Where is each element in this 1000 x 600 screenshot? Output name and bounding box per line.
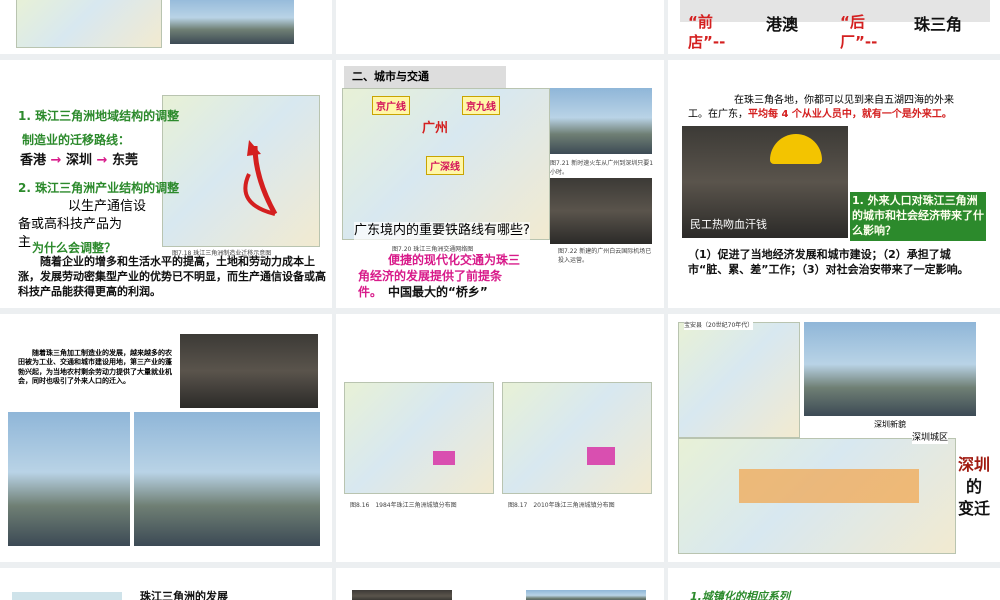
intro-b-wrap: 工。在广东，平均每 4 个从业人员中，就有一个是外来工。 bbox=[688, 108, 952, 122]
route-shenzhen: 深圳 bbox=[65, 153, 92, 168]
conclusion-b: 角经济的发展提供了前提条 bbox=[358, 269, 503, 283]
city-aerial-photo bbox=[8, 412, 130, 546]
caption-2010: 图8.17 2010年珠江三角洲城镇分布图 bbox=[508, 502, 615, 509]
impact-answer: （1）促进了当地经济发展和城市建设；（2）承担了城市“脏、累、差”工作；（3）对… bbox=[688, 248, 969, 276]
route: 香港 → 深圳 → 东莞 bbox=[20, 152, 138, 170]
conclusion-c: 件。 bbox=[358, 285, 383, 299]
baoan-label: 宝安县（20世纪70年代） bbox=[684, 322, 754, 331]
title-shenzhen: 深圳 bbox=[957, 455, 990, 474]
rail-question: 广东境内的重要铁路线有哪些? bbox=[354, 222, 530, 240]
hk-macau-label: 港澳 bbox=[766, 15, 799, 34]
shenzhen-skyline-photo bbox=[804, 322, 976, 416]
industrial-body-a: 以生产通信设 bbox=[68, 199, 147, 214]
industrial-body-b: 备或高科技产品为 bbox=[18, 217, 123, 232]
intro-b: 工。在广东， bbox=[688, 109, 748, 120]
rail-jingjiu: 京九线 bbox=[462, 96, 500, 115]
slide-land-use[interactable]: 随着珠三角加工制造业的发展，越来越多的农田被为工业、交通和城市建设用地，第三产业… bbox=[0, 314, 332, 562]
arrow-icon: → bbox=[50, 153, 62, 168]
route-hongkong: 香港 bbox=[20, 153, 47, 168]
quote-front-a: “前 bbox=[688, 13, 713, 31]
conclusion-a: 便捷的现代化交通为珠三 bbox=[388, 253, 521, 267]
baoan-map bbox=[678, 322, 800, 438]
shenzhen-map bbox=[678, 438, 956, 554]
heading-migration-route: 制造业的迁移路线： bbox=[22, 133, 131, 147]
slide-shenzhen-change[interactable]: 宝安县（20世纪70年代） 深圳新貌 深圳城区 深圳 的 变迁 bbox=[668, 314, 1000, 562]
partial-heading: 1.城镇化的相应系列 bbox=[690, 590, 790, 600]
arrow-icon: → bbox=[96, 153, 108, 168]
partial-title: 珠江三角洲的发展 bbox=[140, 590, 228, 600]
title-of: 的 bbox=[965, 477, 982, 496]
train-caption: 图7.21 新时速火车从广州到深圳只要1小时。 bbox=[550, 160, 654, 176]
map-1984 bbox=[344, 382, 494, 494]
urban-area-label: 深圳城区 bbox=[912, 432, 949, 445]
prd-label: 珠三角 bbox=[914, 15, 963, 34]
reason-paragraph: 随着企业的增多和生活水平的提高，土地和劳动力成本上涨，发展劳动密集型产业的优势已… bbox=[18, 255, 326, 298]
photo-caption: 民工热吻血汗钱 bbox=[690, 218, 767, 231]
city-square-photo bbox=[134, 412, 320, 546]
intro-a: 在珠三角各地，你都可以见到来自五湖四海的外来 bbox=[734, 95, 954, 106]
header-photo-2 bbox=[526, 590, 646, 600]
industrial-body-c: 主 bbox=[18, 235, 32, 250]
caption-1984: 图8.16 1984年珠江三角洲城镇分布图 bbox=[350, 502, 457, 509]
intro-highlight: 平均每 4 个从业人员中，就有一个是外来工。 bbox=[748, 109, 952, 120]
migration-arrows bbox=[243, 140, 278, 216]
slide-bottom-left[interactable]: 珠江三角洲的发展 bbox=[0, 568, 332, 600]
city-photo bbox=[170, 0, 294, 44]
map-image bbox=[16, 0, 162, 48]
heading-industrial: 2. 珠江三角洲产业结构的调整 bbox=[18, 181, 180, 195]
slide-town-distribution[interactable]: 图8.16 1984年珠江三角洲城镇分布图 图8.17 2010年珠江三角洲城镇… bbox=[336, 314, 664, 562]
land-use-paragraph: 随着珠三角加工制造业的发展，越来越多的农田被为工业、交通和城市建设用地，第三产业… bbox=[18, 348, 172, 386]
bridge-hometown: 中国最大的“桥乡” bbox=[388, 285, 488, 299]
question-why: 为什么会调整？ bbox=[32, 241, 117, 255]
slide-top-center[interactable] bbox=[336, 0, 664, 54]
slide-structure-adjustment[interactable]: 图7.18 珠江三角洲制造业迁移示意图 1. 珠江三角洲地域结构的调整 制造业的… bbox=[0, 60, 332, 308]
slide-top-left[interactable] bbox=[0, 0, 332, 54]
section-title: 二、城市与交通 bbox=[344, 66, 506, 88]
quote-back-a: “后 bbox=[840, 13, 865, 31]
interchange-photo bbox=[180, 334, 318, 408]
helmet-icon bbox=[770, 134, 822, 164]
question-impact: 1. 外来人口对珠江三角洲的城市和社会经济带来了什么影响？ bbox=[850, 192, 986, 241]
train-photo bbox=[550, 88, 652, 154]
header-photo bbox=[352, 590, 452, 600]
title-change: 变迁 bbox=[957, 499, 990, 518]
heading-regional: 1. 珠江三角洲地域结构的调整 bbox=[18, 109, 180, 123]
map-2010 bbox=[502, 382, 652, 494]
migration-map bbox=[162, 95, 320, 247]
slide-city-transport[interactable]: 二、城市与交通 京广线 京九线 广州 广深线 广东境内的重要铁路线有哪些? 图7… bbox=[336, 60, 664, 308]
airport-caption: 图7.22 新建的广州白云国际机场已投入运营。 bbox=[558, 248, 652, 264]
slide-bottom-right[interactable]: 1.城镇化的相应系列 bbox=[668, 568, 1000, 600]
quote-back-b: 厂”-- bbox=[840, 33, 878, 51]
rail-guangshen: 广深线 bbox=[426, 156, 464, 175]
slide-bottom-center[interactable] bbox=[336, 568, 664, 600]
airport-photo bbox=[550, 178, 652, 244]
slide-top-right[interactable]: “前 店”-- 港澳 “后 厂”-- 珠三角 bbox=[668, 0, 1000, 54]
quote-front-b: 店”-- bbox=[688, 33, 726, 51]
skyline-caption: 深圳新貌 bbox=[874, 420, 906, 429]
city-guangzhou: 广州 bbox=[422, 121, 449, 136]
route-dongguan: 东莞 bbox=[111, 153, 138, 168]
header-image bbox=[12, 592, 122, 600]
slide-migrant-workers[interactable]: 在珠三角各地，你都可以见到来自五湖四海的外来 工。在广东，平均每 4 个从业人员… bbox=[668, 60, 1000, 308]
rail-jingguang: 京广线 bbox=[372, 96, 410, 115]
